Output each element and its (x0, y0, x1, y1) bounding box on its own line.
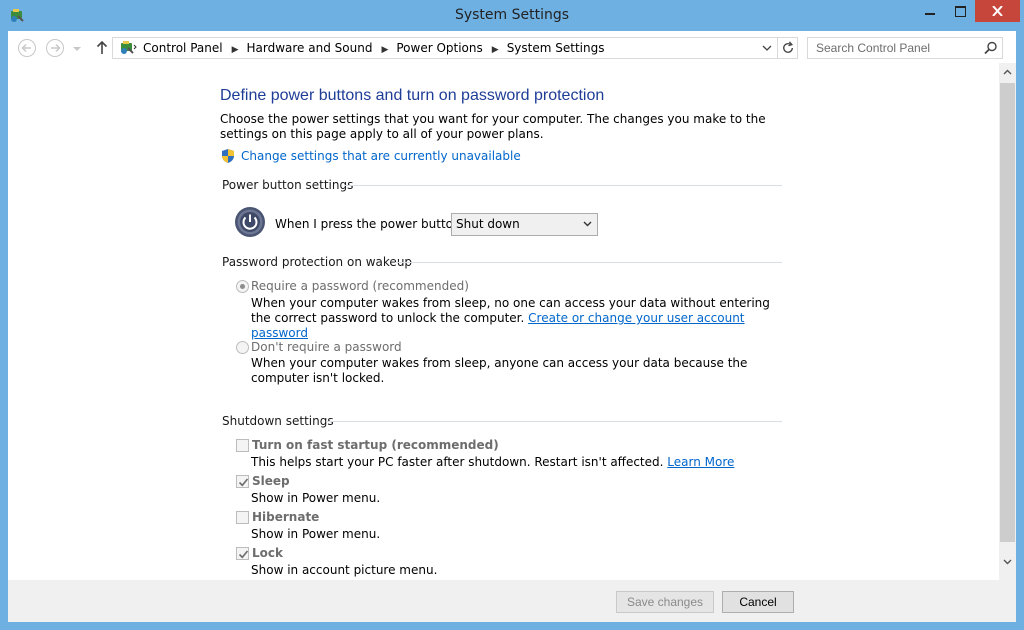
hibernate-checkbox[interactable] (236, 511, 249, 524)
group-divider (344, 185, 782, 186)
learn-more-link[interactable]: Learn More (667, 455, 734, 469)
breadcrumb-separator-icon[interactable]: ▶ (381, 45, 388, 55)
content-pane: Define power buttons and turn on passwor… (8, 63, 1016, 580)
vertical-scrollbar[interactable] (999, 63, 1016, 580)
bottom-button-bar: Save changes Cancel (8, 580, 1016, 622)
navigation-bar: Control Panel ▶ Hardware and Sound ▶ Power O… (8, 31, 1016, 63)
power-button-action-value: Shut down (456, 217, 520, 231)
breadcrumb-power-options[interactable]: Power Options (396, 41, 482, 55)
chevron-down-icon[interactable] (761, 42, 773, 54)
close-button[interactable] (975, 0, 1020, 22)
checkmark-icon (238, 478, 249, 487)
chevron-down-icon (583, 221, 592, 227)
fast-startup-description: This helps start your PC faster after sh… (251, 455, 771, 470)
shutdown-settings-title: Shutdown settings (222, 414, 334, 428)
intro-text: Choose the power settings that you want … (220, 112, 766, 141)
forward-arrow-icon[interactable] (45, 38, 65, 58)
change-settings-link[interactable]: Change settings that are currently unava… (241, 149, 521, 163)
breadcrumb-separator-icon[interactable]: ▶ (232, 45, 239, 55)
lock-checkbox[interactable] (236, 547, 249, 560)
back-arrow-icon[interactable] (17, 38, 37, 58)
require-password-label: Require a password (recommended) (251, 279, 469, 293)
maximize-button[interactable] (945, 0, 975, 22)
power-icon (235, 207, 265, 237)
breadcrumb-separator-icon[interactable]: ▶ (492, 45, 499, 55)
address-bar[interactable]: Control Panel ▶ Hardware and Sound ▶ Power O… (112, 37, 798, 59)
save-changes-button[interactable]: Save changes (616, 591, 714, 613)
require-password-description: When your computer wakes from sleep, no … (251, 296, 771, 341)
breadcrumb-hardware-and-sound[interactable]: Hardware and Sound (247, 41, 373, 55)
title-bar: System Settings (0, 0, 1024, 31)
cancel-button[interactable]: Cancel (722, 591, 794, 613)
require-password-radio[interactable] (236, 280, 249, 293)
fast-startup-desc-text: This helps start your PC faster after sh… (251, 455, 664, 469)
scrollbar-thumb[interactable] (1000, 83, 1015, 542)
search-input[interactable] (808, 38, 978, 58)
hibernate-description: Show in Power menu. (251, 527, 381, 541)
system-settings-window: System Settings Control Panel ▶ Hardware… (0, 0, 1024, 630)
close-icon (992, 6, 1003, 16)
power-button-label: When I press the power button: (275, 217, 465, 231)
page-title: Define power buttons and turn on passwor… (220, 87, 605, 104)
group-divider (326, 421, 782, 422)
hibernate-label: Hibernate (252, 510, 320, 524)
fast-startup-checkbox[interactable] (236, 439, 249, 452)
window-title: System Settings (454, 7, 570, 23)
fast-startup-label: Turn on fast startup (recommended) (252, 438, 499, 452)
recent-locations-chevron-icon[interactable] (71, 38, 83, 58)
lock-label: Lock (252, 546, 283, 560)
breadcrumb-control-panel[interactable]: Control Panel (143, 41, 223, 55)
lock-description: Show in account picture menu. (251, 563, 438, 577)
uac-shield-icon (222, 149, 234, 163)
sleep-description: Show in Power menu. (251, 491, 381, 505)
minimize-button[interactable] (915, 0, 945, 22)
password-protection-title: Password protection on wakeup (222, 255, 413, 269)
breadcrumb: Control Panel ▶ Hardware and Sound ▶ Power O… (143, 41, 604, 55)
search-icon[interactable] (984, 41, 998, 55)
search-box (807, 37, 1003, 59)
scroll-up-icon[interactable] (1003, 69, 1012, 75)
dont-require-password-radio[interactable] (236, 341, 249, 354)
sleep-label: Sleep (252, 474, 290, 488)
sleep-checkbox[interactable] (236, 475, 249, 488)
dont-require-password-description: When your computer wakes from sleep, any… (251, 356, 748, 385)
dont-require-password-label: Don't require a password (251, 340, 402, 354)
control-panel-icon (121, 41, 137, 54)
power-button-action-select[interactable]: Shut down (451, 213, 598, 236)
breadcrumb-system-settings[interactable]: System Settings (507, 41, 605, 55)
power-button-settings-title: Power button settings (222, 178, 354, 192)
refresh-icon[interactable] (777, 38, 799, 58)
scroll-down-icon[interactable] (1003, 559, 1012, 565)
group-divider (395, 262, 782, 263)
checkmark-icon (238, 550, 249, 559)
up-arrow-icon[interactable] (92, 38, 112, 58)
